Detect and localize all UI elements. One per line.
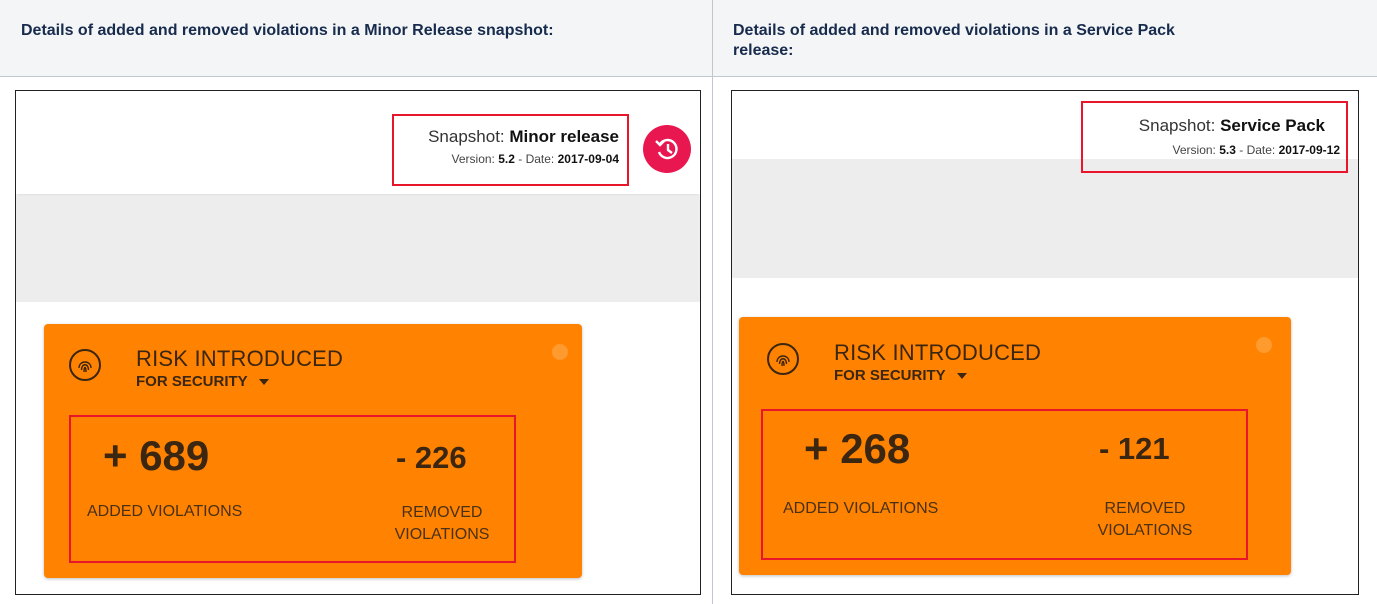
risk-introduced-card: RISK INTRODUCED FOR SECURITY + 689 - 226… [44, 324, 582, 578]
fingerprint-icon [68, 348, 102, 382]
table-header-right: Details of added and removed violations … [713, 0, 1377, 77]
snapshot-info-highlight [1081, 101, 1348, 173]
card-title: RISK INTRODUCED [136, 346, 344, 371]
header-left-text: Details of added and removed violations … [21, 22, 554, 39]
snapshot-name: Minor release [509, 127, 619, 146]
gray-band [16, 196, 700, 302]
added-violations-count: + 689 [103, 432, 210, 479]
caret-down-icon [956, 373, 967, 379]
removed-violations-count: - 121 [1099, 431, 1170, 466]
card-settings-gear-icon[interactable] [1256, 337, 1272, 353]
fingerprint-icon [766, 342, 800, 376]
card-settings-gear-icon[interactable] [552, 344, 568, 360]
removed-violations-label: REMOVED VIOLATIONS [394, 504, 490, 543]
snapshot-version-date: Version: 5.3 - Date: 2017-09-12 [1172, 143, 1340, 157]
column-divider [712, 0, 713, 604]
header-right-line2: release: [733, 42, 794, 59]
screenshot-minor-release: Snapshot: Minor release Version: 5.2 - D… [15, 90, 701, 595]
header-right-line1: Details of added and removed violations … [733, 22, 1175, 39]
history-icon [655, 138, 678, 160]
removed-violations-label: REMOVED VIOLATIONS [1097, 500, 1193, 539]
table-header-left: Details of added and removed violations … [0, 0, 712, 77]
screenshot-service-pack: Snapshot: Service Pack Version: 5.3 - Da… [731, 90, 1359, 595]
caret-down-icon [258, 379, 269, 385]
snapshot-version-date: Version: 5.2 - Date: 2017-09-04 [451, 152, 619, 166]
snapshot-title: Snapshot: Service Pack [1138, 116, 1325, 135]
removed-violations-count: - 226 [396, 440, 467, 475]
gray-band [732, 159, 1358, 278]
snapshot-name: Service Pack [1220, 116, 1325, 135]
history-button[interactable] [643, 125, 691, 173]
added-violations-count: + 268 [804, 425, 911, 472]
risk-introduced-card: RISK INTRODUCED FOR SECURITY + 268 - 121… [739, 317, 1291, 575]
snapshot-info-highlight [392, 114, 629, 186]
snapshot-title: Snapshot: Minor release [428, 127, 619, 146]
card-title: RISK INTRODUCED [834, 340, 1042, 365]
added-violations-label: ADDED VIOLATIONS [87, 503, 243, 520]
added-violations-label: ADDED VIOLATIONS [783, 500, 939, 517]
card-subtitle-dropdown[interactable]: FOR SECURITY [834, 367, 968, 384]
card-subtitle-dropdown[interactable]: FOR SECURITY [136, 373, 270, 390]
